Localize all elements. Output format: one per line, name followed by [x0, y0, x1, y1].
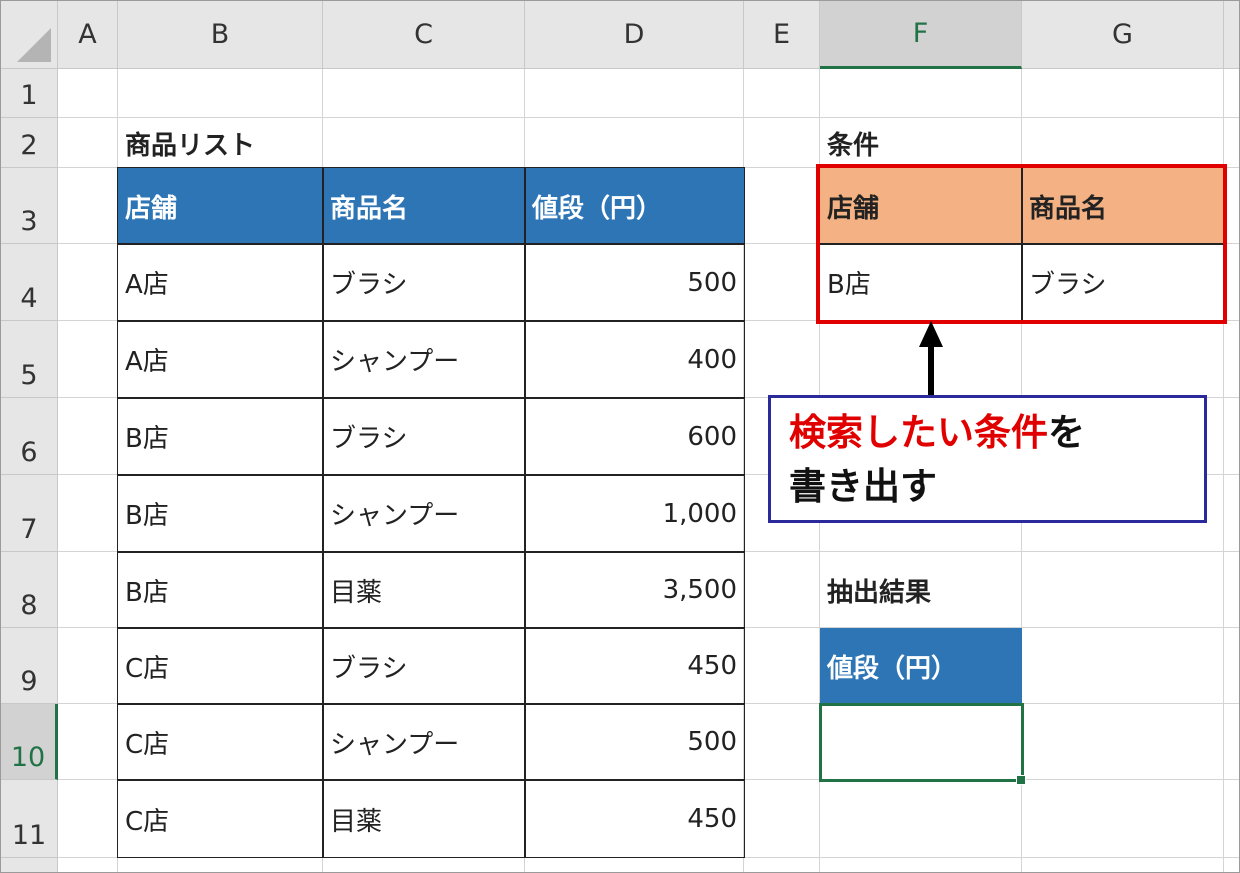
criteria-title[interactable]: 条件 [820, 118, 1022, 168]
row-header-9[interactable]: 9 [1, 628, 58, 704]
table-border-line [117, 474, 745, 476]
row-header-10[interactable]: 10 [1, 704, 58, 780]
callout-line-2: 書き出す [789, 465, 937, 508]
row-header-4[interactable]: 4 [1, 244, 58, 321]
callout-text: を [1048, 411, 1085, 454]
select-all-corner[interactable] [1, 1, 58, 69]
column-header-f[interactable]: F [820, 1, 1022, 69]
result-title[interactable]: 抽出結果 [820, 552, 1022, 628]
arrow-shaft [928, 345, 934, 395]
arrow-up-icon [919, 321, 943, 347]
active-cell-selection [819, 703, 1024, 782]
row-header-2[interactable]: 2 [1, 118, 58, 168]
row-header-6[interactable]: 6 [1, 398, 58, 475]
row-header-5[interactable]: 5 [1, 321, 58, 398]
column-header-g[interactable]: G [1022, 1, 1224, 69]
row-header-11[interactable]: 11 [1, 780, 58, 858]
select-all-triangle-icon [17, 28, 51, 62]
row-header-12[interactable] [1, 858, 58, 872]
row-header-3[interactable]: 3 [1, 168, 58, 244]
column-header-b[interactable]: B [118, 1, 323, 69]
table-border-line [524, 167, 526, 858]
table-border-line [117, 551, 745, 553]
table-border-line [117, 243, 745, 245]
table-border-line [117, 779, 745, 781]
table-border-line [117, 627, 745, 629]
column-header-d[interactable]: D [525, 1, 744, 69]
spreadsheet-view: A B C D E F G 1 2 3 4 5 6 7 8 9 10 11 商品… [0, 0, 1240, 873]
callout-highlight-text: 検索したい条件 [789, 411, 1048, 454]
column-header-h[interactable] [1224, 1, 1239, 69]
table-border-line [117, 397, 745, 399]
product-list-title[interactable]: 商品リスト [118, 118, 368, 168]
row-header-7[interactable]: 7 [1, 475, 58, 552]
table-border-line [117, 703, 745, 705]
fill-handle[interactable] [1016, 775, 1026, 785]
row-header-1[interactable]: 1 [1, 69, 58, 118]
row-header-8[interactable]: 8 [1, 552, 58, 628]
callout-box: 検索したい条件を 書き出す [768, 395, 1207, 523]
table-border-line [117, 320, 745, 322]
product-list-border [117, 167, 745, 858]
result-header-price[interactable]: 値段（円） [820, 628, 1022, 704]
criteria-highlight-box [816, 164, 1227, 324]
callout-line-1: 検索したい条件を [789, 406, 1186, 460]
column-header-a[interactable]: A [58, 1, 118, 69]
table-border-line [322, 167, 324, 858]
column-header-e[interactable]: E [744, 1, 820, 69]
column-header-c[interactable]: C [323, 1, 525, 69]
